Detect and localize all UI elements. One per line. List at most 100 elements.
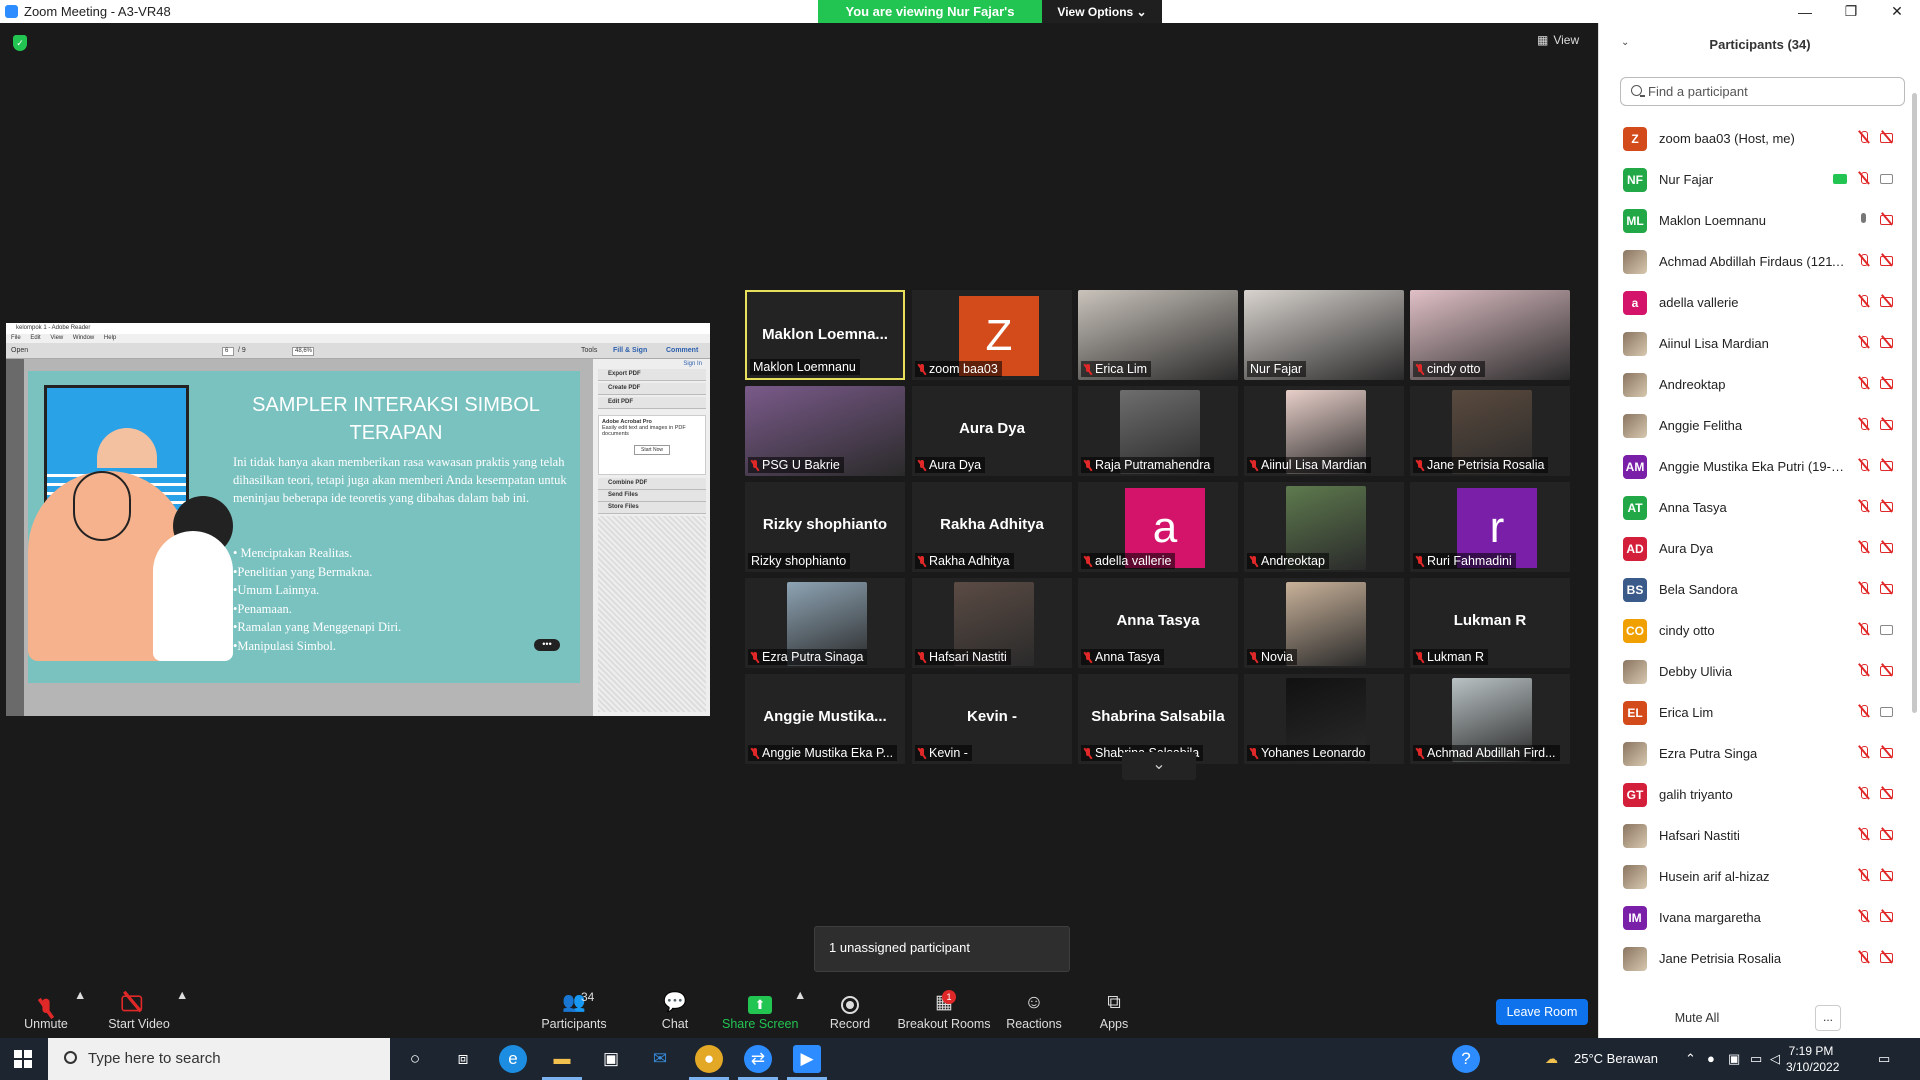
mail-icon[interactable]: ✉ — [646, 1045, 674, 1073]
video-tile[interactable]: Anna Tasya Anna Tasya — [1078, 578, 1238, 668]
mute-all-button[interactable]: Mute All — [1662, 1005, 1732, 1031]
chrome-icon[interactable]: ● — [695, 1045, 723, 1073]
video-off-icon[interactable] — [1880, 786, 1894, 800]
mic-muted-icon[interactable] — [1857, 663, 1871, 677]
video-off-icon[interactable] — [1880, 745, 1894, 759]
video-off-icon[interactable] — [1880, 376, 1894, 390]
video-tile[interactable]: Raja Putramahendra — [1078, 386, 1238, 476]
video-off-icon[interactable] — [1880, 253, 1894, 267]
video-off-icon[interactable] — [1880, 130, 1894, 144]
video-off-icon[interactable] — [1880, 581, 1894, 595]
video-tile[interactable]: Andreoktap — [1244, 482, 1404, 572]
audio-options-caret-icon[interactable]: ▲ — [74, 988, 86, 1002]
leave-room-button[interactable]: Leave Room — [1496, 999, 1588, 1025]
video-off-icon[interactable] — [1880, 909, 1894, 923]
participant-row[interactable]: Husein arif al-hizaz — [1599, 856, 1911, 897]
participant-row[interactable]: ML Maklon Loemnanu — [1599, 200, 1911, 241]
participant-row[interactable]: Andreoktap — [1599, 364, 1911, 405]
video-off-icon[interactable] — [1880, 868, 1894, 882]
mic-muted-icon[interactable] — [1857, 745, 1871, 759]
participant-row[interactable]: AM Anggie Mustika Eka Putri (19-50) — [1599, 446, 1911, 487]
view-options-button[interactable]: View Options ⌄ — [1042, 0, 1162, 23]
video-off-icon[interactable] — [1880, 212, 1894, 226]
cortana-icon[interactable]: ○ — [401, 1045, 429, 1073]
mic-muted-icon[interactable] — [1857, 171, 1871, 185]
record-button[interactable]: Record — [826, 988, 874, 1031]
participant-row[interactable]: Aiinul Lisa Mardian — [1599, 323, 1911, 364]
participant-row[interactable]: BS Bela Sandora — [1599, 569, 1911, 610]
video-tile[interactable]: Yohanes Leonardo — [1244, 674, 1404, 764]
close-button[interactable]: ✕ — [1874, 0, 1920, 23]
shared-screen[interactable]: kelompok 1 - Adobe Reader File Edit View… — [6, 323, 710, 716]
video-off-icon[interactable] — [1880, 499, 1894, 513]
video-tile[interactable]: Jane Petrisia Rosalia — [1410, 386, 1570, 476]
participant-search-input[interactable]: Find a participant — [1620, 77, 1905, 106]
video-tile[interactable]: Rakha Adhitya Rakha Adhitya — [912, 482, 1072, 572]
minimize-button[interactable]: — — [1782, 0, 1828, 23]
tray-mic-icon[interactable]: ● — [1707, 1051, 1715, 1066]
video-on-icon[interactable] — [1880, 171, 1894, 185]
taskbar-search-input[interactable]: Type here to search — [48, 1038, 390, 1080]
video-options-caret-icon[interactable]: ▲ — [176, 988, 188, 1002]
mic-muted-icon[interactable] — [1857, 868, 1871, 882]
video-tile[interactable]: Shabrina SalsabilaShabrina Salsabila — [1078, 674, 1238, 764]
video-tile[interactable]: a adella vallerie — [1078, 482, 1238, 572]
store-icon[interactable]: ▣ — [597, 1045, 625, 1073]
network-icon[interactable]: ▭ — [1750, 1051, 1762, 1067]
video-on-icon[interactable] — [1880, 622, 1894, 636]
participant-row[interactable]: GT galih triyanto — [1599, 774, 1911, 815]
video-tile[interactable]: Lukman R Lukman R — [1410, 578, 1570, 668]
start-video-button[interactable]: Start Video — [106, 988, 172, 1031]
mic-muted-icon[interactable] — [1857, 622, 1871, 636]
teamviewer-icon[interactable]: ⇄ — [744, 1045, 772, 1073]
video-tile[interactable]: r Ruri Fahmadini — [1410, 482, 1570, 572]
participant-row[interactable]: Zzoom baa03 (Host, me) — [1599, 118, 1911, 159]
maximize-button[interactable]: ❐ — [1828, 0, 1874, 23]
participant-row[interactable]: AD Aura Dya — [1599, 528, 1911, 569]
breakout-rooms-button[interactable]: ▦ 1 Breakout Rooms — [896, 988, 992, 1031]
participant-row[interactable]: Anggie Felitha — [1599, 405, 1911, 446]
video-tile[interactable]: Novia — [1244, 578, 1404, 668]
mic-muted-icon[interactable] — [1857, 458, 1871, 472]
mic-muted-icon[interactable] — [1857, 581, 1871, 595]
unassigned-toast[interactable]: 1 unassigned participant — [814, 926, 1070, 972]
video-off-icon[interactable] — [1880, 950, 1894, 964]
apps-button[interactable]: ⧉ Apps — [1094, 988, 1134, 1031]
mic-muted-icon[interactable] — [1857, 130, 1871, 144]
participant-row[interactable]: CO cindy otto — [1599, 610, 1911, 651]
unmute-button[interactable]: Unmute — [22, 988, 70, 1031]
help-icon[interactable]: ? — [1452, 1045, 1480, 1073]
participant-row[interactable]: Hafsari Nastiti — [1599, 815, 1911, 856]
video-tile[interactable]: Zzoom baa03 — [912, 290, 1072, 380]
mic-on-icon[interactable] — [1857, 212, 1871, 226]
participant-row[interactable]: IM Ivana margaretha — [1599, 897, 1911, 938]
participant-row[interactable]: Ezra Putra Singa — [1599, 733, 1911, 774]
video-tile[interactable]: cindy otto — [1410, 290, 1570, 380]
weather-icon[interactable]: ☁ — [1545, 1051, 1558, 1067]
video-tile[interactable]: Maklon Loemna... Maklon Loemnanu — [745, 290, 905, 380]
file-explorer-icon[interactable]: ▬ — [548, 1045, 576, 1073]
video-off-icon[interactable] — [1880, 663, 1894, 677]
participant-row[interactable]: EL Erica Lim — [1599, 692, 1911, 733]
video-tile[interactable]: Achmad Abdillah Fird... — [1410, 674, 1570, 764]
taskbar-clock[interactable]: 7:19 PM 3/10/2022 — [1786, 1043, 1839, 1075]
mic-muted-icon[interactable] — [1857, 786, 1871, 800]
mic-muted-icon[interactable] — [1857, 827, 1871, 841]
video-off-icon[interactable] — [1880, 458, 1894, 472]
chat-button[interactable]: 💬 Chat — [655, 988, 695, 1031]
video-tile[interactable]: PSG U Bakrie — [745, 386, 905, 476]
video-off-icon[interactable] — [1880, 540, 1894, 554]
gallery-next-page-button[interactable]: ⌄ — [1122, 752, 1196, 780]
tray-zoom-icon[interactable]: ▣ — [1728, 1051, 1740, 1067]
tray-chevron-icon[interactable]: ⌃ — [1685, 1051, 1696, 1067]
share-screen-button[interactable]: ⬆ Share Screen — [722, 988, 798, 1031]
mic-muted-icon[interactable] — [1857, 294, 1871, 308]
video-tile[interactable]: Nur Fajar — [1244, 290, 1404, 380]
participant-row[interactable]: Jane Petrisia Rosalia — [1599, 938, 1911, 979]
view-button[interactable]: ▦ View — [1537, 33, 1579, 47]
participant-row[interactable]: Achmad Abdillah Firdaus (1211... — [1599, 241, 1911, 282]
mic-muted-icon[interactable] — [1857, 335, 1871, 349]
video-off-icon[interactable] — [1880, 335, 1894, 349]
video-tile[interactable]: Ezra Putra Sinaga — [745, 578, 905, 668]
video-off-icon[interactable] — [1880, 294, 1894, 308]
